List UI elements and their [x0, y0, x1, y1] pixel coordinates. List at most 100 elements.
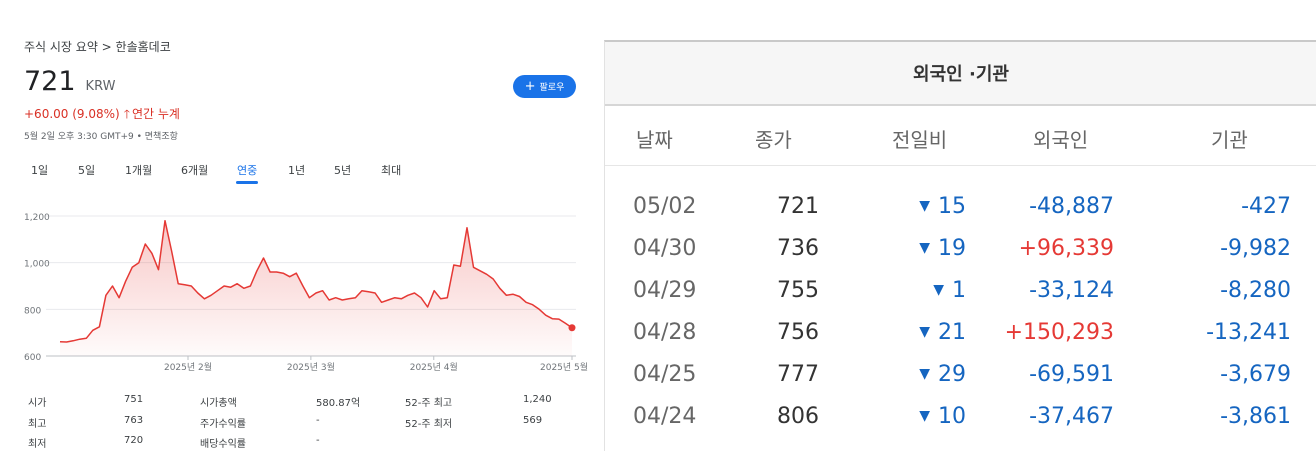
stat-value: 763 — [124, 415, 144, 426]
stat-value: 1,240 — [523, 394, 552, 405]
stat-label: 시가 — [28, 398, 47, 409]
cell-institution: -9,982 — [1220, 236, 1291, 261]
table-row[interactable]: 05/02 721 ▼ 15 -48,887 -427 — [605, 186, 1316, 228]
change-amount: 19 — [938, 236, 966, 261]
range-tab-5[interactable]: 1년 — [288, 162, 305, 178]
change-amount: 21 — [938, 320, 966, 345]
range-tab-6[interactable]: 5년 — [334, 162, 351, 178]
column-header-institution[interactable]: 기관 — [1211, 124, 1248, 153]
price-change: +60.00 (9.08%) 🡑 연간 누계 — [24, 105, 180, 126]
investor-table-panel: 외국인 ·기관 날짜 종가 전일비 외국인 기관 05/02 721 ▼ 15 -48,887 -… — [604, 40, 1316, 451]
cell-foreign: -33,124 — [1029, 278, 1114, 303]
stat-value: 580.87억 — [316, 398, 361, 409]
breadcrumb[interactable]: 주식 시장 요약 > 한솔홈데코 — [24, 38, 171, 55]
stat-label: 주가수익률 — [200, 419, 246, 430]
cell-change: ▼ 1 — [816, 278, 966, 303]
cell-institution: -3,679 — [1220, 362, 1291, 387]
follow-button[interactable]: + 팔로우 — [513, 75, 576, 98]
cell-change: ▼ 21 — [816, 320, 966, 345]
range-tab-4[interactable]: 연중 — [235, 162, 259, 184]
stat-value: 751 — [124, 394, 144, 405]
table-row[interactable]: 04/28 756 ▼ 21 +150,293 -13,241 — [605, 312, 1316, 354]
cell-change: ▼ 19 — [816, 236, 966, 261]
cell-foreign: -69,591 — [1029, 362, 1114, 387]
stat-label: 배당수익률 — [200, 439, 246, 450]
column-header-foreign[interactable]: 외국인 — [1033, 124, 1088, 153]
x-tick-label: 2025년 2월 — [164, 361, 212, 373]
cell-close: 736 — [777, 236, 819, 261]
plus-icon: + — [524, 79, 536, 94]
stat-label: 시가총액 — [200, 398, 237, 409]
follow-label: 팔로우 — [539, 83, 565, 93]
change-amount: 10 — [938, 404, 966, 429]
stat-value: - — [316, 415, 320, 426]
current-price: 721 — [24, 66, 76, 97]
range-tab-1[interactable]: 5일 — [78, 162, 95, 178]
change-value: +60.00 (9.08%) — [24, 107, 120, 121]
cell-close: 755 — [777, 278, 819, 303]
cell-close: 721 — [777, 194, 819, 219]
range-tab-3[interactable]: 6개월 — [181, 162, 208, 178]
price-chart[interactable]: 1,200 1,000 800 600 2025년 2월 2025년 3월 2025년 4월… — [0, 196, 600, 382]
change-amount: 15 — [938, 194, 966, 219]
y-tick-label: 1,000 — [24, 260, 50, 270]
price-row: 721 KRW — [24, 66, 115, 97]
cell-institution: -3,861 — [1220, 404, 1291, 429]
cell-foreign: -37,467 — [1029, 404, 1114, 429]
column-header-change[interactable]: 전일비 — [892, 124, 947, 153]
currency-label: KRW — [85, 79, 116, 94]
triangle-down-icon: ▼ — [919, 198, 930, 214]
cell-date: 04/28 — [633, 320, 697, 345]
stat-label: 52-주 최고 — [405, 398, 453, 409]
range-tab-0[interactable]: 1일 — [31, 162, 48, 178]
stat-value: 569 — [523, 415, 543, 426]
triangle-down-icon: ▼ — [919, 408, 930, 424]
price-area — [60, 220, 572, 356]
cell-foreign: +150,293 — [1004, 320, 1114, 345]
change-period: 연간 누계 — [131, 107, 180, 121]
change-amount: 29 — [938, 362, 966, 387]
cell-change: ▼ 10 — [816, 404, 966, 429]
range-tab-2[interactable]: 1개월 — [125, 162, 152, 178]
stat-label: 52-주 최저 — [405, 419, 453, 430]
cell-institution: -427 — [1241, 194, 1291, 219]
cell-foreign: -48,887 — [1029, 194, 1114, 219]
quote-timestamp[interactable]: 5월 2일 오후 3:30 GMT+9 • 면책조항 — [24, 129, 178, 142]
triangle-down-icon: ▼ — [919, 324, 930, 340]
stat-value: 720 — [124, 435, 144, 446]
column-header-date[interactable]: 날짜 — [636, 124, 673, 153]
y-tick-label: 800 — [24, 306, 41, 316]
cell-date: 04/30 — [633, 236, 697, 261]
table-row[interactable]: 04/24 806 ▼ 10 -37,467 -3,861 — [605, 396, 1316, 438]
x-tick-label: 2025년 3월 — [287, 361, 335, 373]
cell-foreign: +96,339 — [1018, 236, 1114, 261]
triangle-down-icon: ▼ — [919, 366, 930, 382]
stat-label: 최고 — [28, 419, 47, 430]
arrow-up-icon: 🡑 — [123, 107, 130, 121]
cell-institution: -8,280 — [1220, 278, 1291, 303]
cell-date: 04/24 — [633, 404, 697, 429]
range-tab-7[interactable]: 최대 — [381, 162, 401, 178]
x-tick-label: 2025년 5월 — [540, 361, 588, 373]
cell-date: 05/02 — [633, 194, 697, 219]
cell-date: 04/29 — [633, 278, 697, 303]
stat-label: 최저 — [28, 439, 47, 450]
triangle-down-icon: ▼ — [933, 282, 944, 298]
stock-summary-panel: 주식 시장 요약 > 한솔홈데코 721 KRW +60.00 (9.08%) 🡑… — [0, 0, 600, 450]
key-stats: 시가 751 최고 763 최저 720 시가총액 580.87억 주가수익률 - 배당수익률 - 52… — [0, 388, 600, 450]
cell-close: 777 — [777, 362, 819, 387]
triangle-down-icon: ▼ — [919, 240, 930, 256]
cell-close: 756 — [777, 320, 819, 345]
table-row[interactable]: 04/25 777 ▼ 29 -69,591 -3,679 — [605, 354, 1316, 396]
column-header-row: 날짜 종가 전일비 외국인 기관 — [605, 106, 1316, 166]
cell-close: 806 — [777, 404, 819, 429]
last-price-marker — [568, 324, 576, 332]
column-header-close[interactable]: 종가 — [755, 124, 792, 153]
table-row[interactable]: 04/29 755 ▼ 1 -33,124 -8,280 — [605, 270, 1316, 312]
table-row[interactable]: 04/30 736 ▼ 19 +96,339 -9,982 — [605, 228, 1316, 270]
cell-change: ▼ 15 — [816, 194, 966, 219]
y-tick-label: 600 — [24, 353, 41, 363]
cell-date: 04/25 — [633, 362, 697, 387]
cell-institution: -13,241 — [1206, 320, 1291, 345]
y-tick-label: 1,200 — [24, 213, 50, 223]
